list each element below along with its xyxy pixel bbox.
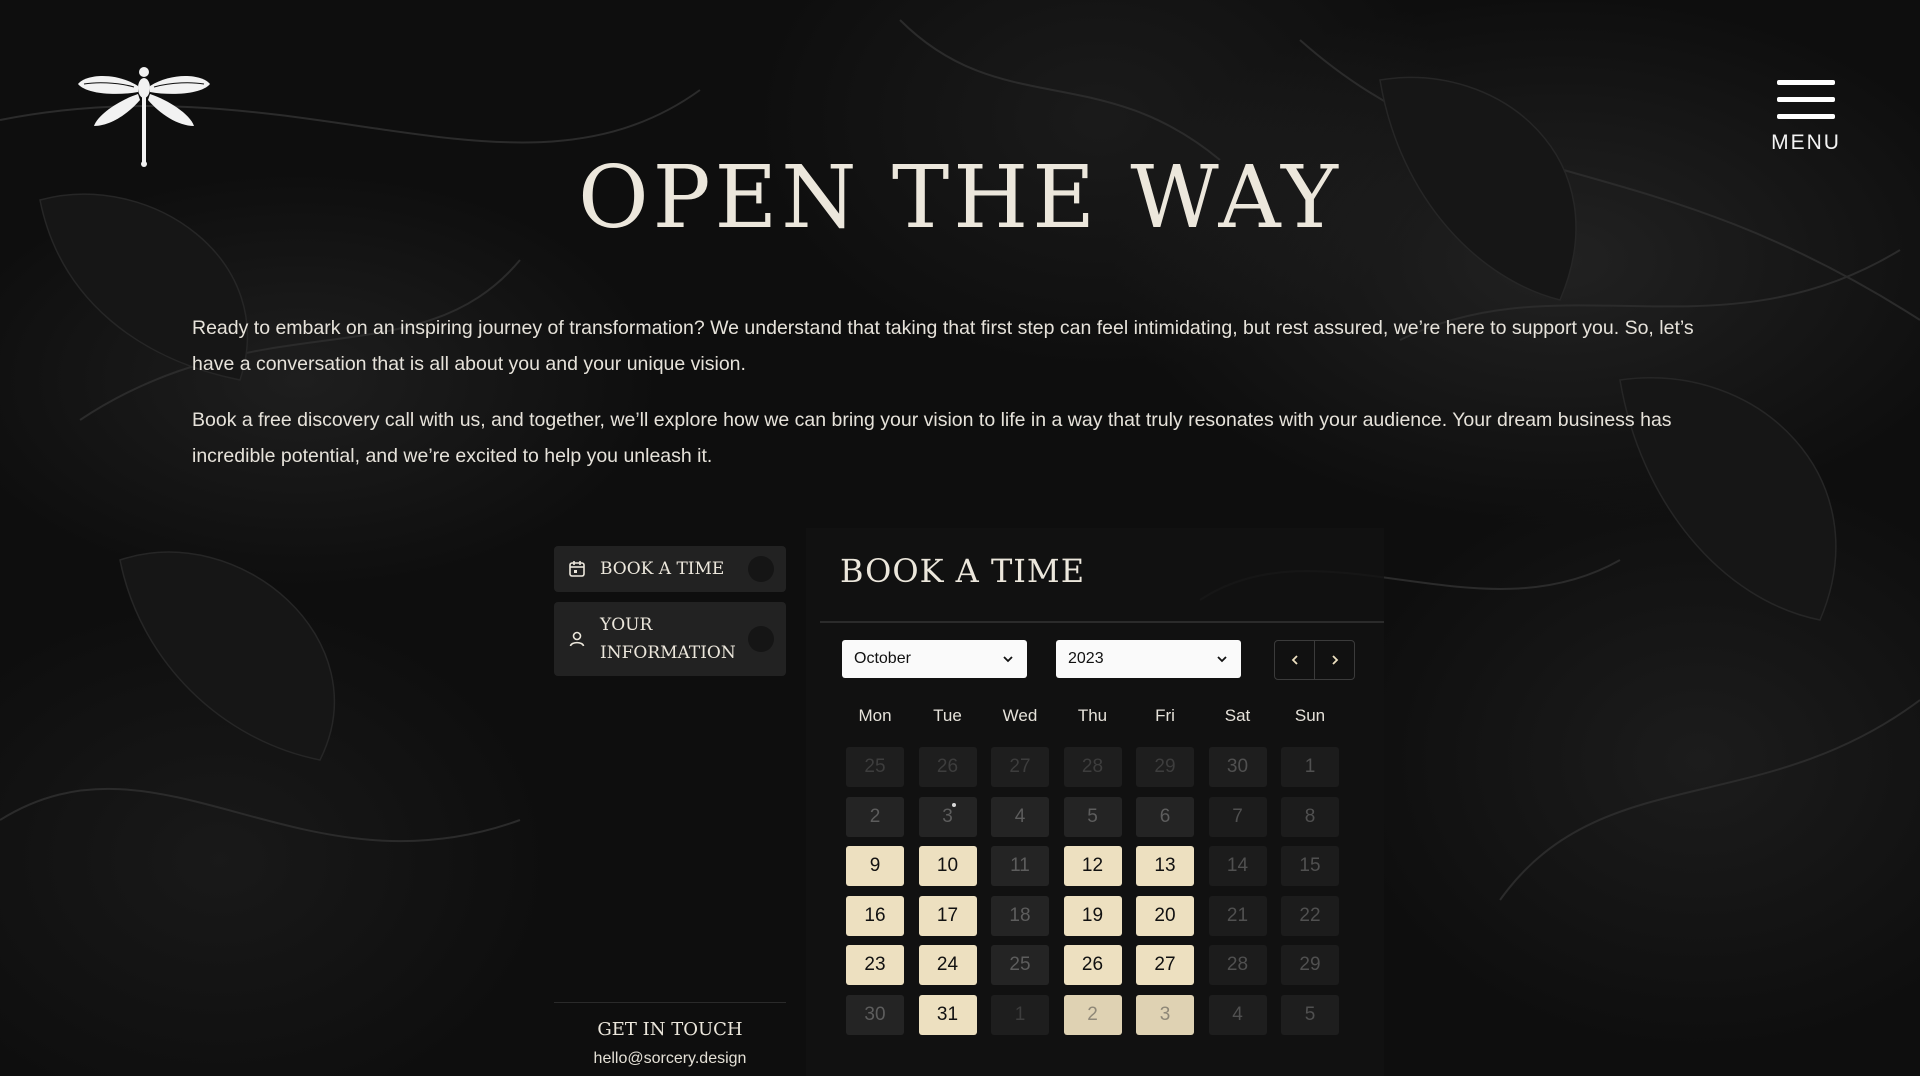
booking-steps: BOOK A TIME YOUR INFORMATION: [554, 546, 786, 686]
calendar-day-unavailable: 15: [1281, 846, 1339, 886]
chevron-right-icon: [1331, 655, 1338, 665]
calendar-day-unavailable: 4: [1208, 994, 1267, 1035]
calendar-day-unavailable: 27: [991, 747, 1049, 787]
calendar-day-unavailable: 4: [991, 796, 1049, 837]
calendar-day-unavailable: 22: [1281, 895, 1339, 936]
calendar-day-grid: 25 26 27 28 29 30 1 2 3 4 5 6 7 8 9 10 11 12 13 14 15 16 17 18 1…: [846, 747, 1339, 1035]
calendar-day-unavailable: 3: [918, 796, 977, 837]
calendar-day-available[interactable]: 10: [918, 846, 977, 886]
calendar-day-available[interactable]: 20: [1136, 895, 1194, 936]
step-status-dot: [748, 626, 774, 652]
calendar-day-available[interactable]: 3: [1136, 994, 1194, 1035]
calendar-day-available[interactable]: 31: [918, 994, 977, 1035]
month-navigation: [1274, 640, 1355, 680]
weekday-label: Thu: [1077, 706, 1108, 725]
previous-month-button[interactable]: [1275, 641, 1314, 679]
contact-email-link[interactable]: hello@sorcery.design: [594, 1050, 747, 1068]
calendar-day-unavailable: 6: [1136, 796, 1194, 837]
month-select[interactable]: October: [842, 640, 1027, 678]
weekday-label: Wed: [1002, 706, 1038, 725]
calendar-day-available[interactable]: 17: [918, 895, 977, 936]
intro-text: Ready to embark on an inspiring journey …: [192, 310, 1722, 494]
calendar-icon: [569, 561, 585, 577]
calendar-day-unavailable: 2: [846, 796, 904, 837]
weekday-label: Sat: [1224, 706, 1251, 725]
calendar-day-available[interactable]: 23: [846, 945, 904, 985]
next-month-button[interactable]: [1314, 641, 1354, 679]
calendar-day-unavailable: 5: [1063, 796, 1122, 837]
calendar-day-available[interactable]: 24: [918, 945, 977, 985]
calendar-day-unavailable: 29: [1281, 945, 1339, 985]
divider: [820, 621, 1384, 623]
calendar-day-available[interactable]: 2: [1063, 994, 1122, 1035]
calendar-day-unavailable: 18: [991, 895, 1049, 936]
contact-block: GET IN TOUCH hello@sorcery.design: [554, 1002, 786, 1068]
contact-title: GET IN TOUCH: [597, 1019, 743, 1040]
calendar-panel-title: BOOK A TIME: [840, 552, 1086, 590]
chevron-down-icon: [1217, 656, 1227, 663]
calendar-day-unavailable: 28: [1208, 945, 1267, 985]
calendar-day-available[interactable]: 27: [1136, 945, 1194, 985]
chevron-left-icon: [1291, 655, 1298, 665]
weekday-header: Mon Tue Wed Thu Fri Sat Sun: [846, 706, 1339, 726]
step-label: BOOK A TIME: [600, 559, 725, 579]
user-icon: [569, 631, 585, 647]
calendar-day-unavailable: 8: [1281, 796, 1339, 837]
step-book-a-time[interactable]: BOOK A TIME: [554, 546, 786, 592]
calendar-day-unavailable: 30: [846, 994, 904, 1035]
year-select[interactable]: 2023: [1056, 640, 1241, 678]
step-status-dot: [748, 556, 774, 582]
calendar-day-unavailable: 29: [1136, 747, 1194, 787]
calendar-day-available[interactable]: 26: [1063, 945, 1122, 985]
calendar-day-unavailable: 28: [1063, 747, 1122, 787]
step-label: YOUR INFORMATION: [600, 615, 736, 663]
calendar-day-unavailable: 25: [991, 945, 1049, 985]
calendar-panel: BOOK A TIME October 2023 Mon Tue Wed Thu…: [806, 528, 1384, 1076]
calendar-day-unavailable: 11: [991, 846, 1049, 886]
calendar-day-unavailable: 14: [1208, 846, 1267, 886]
menu-button[interactable]: MENU: [1768, 80, 1844, 155]
page-title: OPEN THE WAY: [578, 148, 1342, 248]
month-select-value: October: [854, 650, 911, 667]
weekday-label: Fri: [1155, 706, 1175, 725]
chevron-down-icon: [1003, 656, 1013, 663]
weekday-label: Sun: [1294, 706, 1326, 725]
weekday-label: Mon: [858, 706, 892, 725]
calendar-day-available[interactable]: 12: [1063, 846, 1122, 886]
calendar-day-available[interactable]: 9: [846, 846, 904, 886]
calendar-day-unavailable: 7: [1208, 796, 1267, 837]
year-select-value: 2023: [1068, 650, 1104, 667]
hamburger-icon: [1768, 80, 1844, 119]
intro-paragraph: Book a free discovery call with us, and …: [192, 409, 1672, 467]
calendar-day-unavailable: 30: [1208, 747, 1267, 787]
calendar-day-unavailable: 1: [991, 994, 1049, 1035]
calendar-day-unavailable: 21: [1208, 895, 1267, 936]
booking-widget: BOOK A TIME YOUR INFORMATION GET IN TOUC…: [538, 528, 1384, 1076]
weekday-label: Tue: [933, 706, 962, 725]
intro-paragraph: Ready to embark on an inspiring journey …: [192, 317, 1694, 375]
step-your-information[interactable]: YOUR INFORMATION: [554, 602, 786, 676]
calendar-day-available[interactable]: 16: [846, 895, 904, 936]
calendar-day-unavailable: 5: [1281, 994, 1339, 1035]
calendar-day-available[interactable]: 13: [1136, 846, 1194, 886]
calendar-day-unavailable: 25: [846, 747, 904, 787]
calendar-day-available[interactable]: 19: [1063, 895, 1122, 936]
calendar-day-unavailable: 1: [1281, 747, 1339, 787]
calendar-day-unavailable: 26: [918, 747, 977, 787]
